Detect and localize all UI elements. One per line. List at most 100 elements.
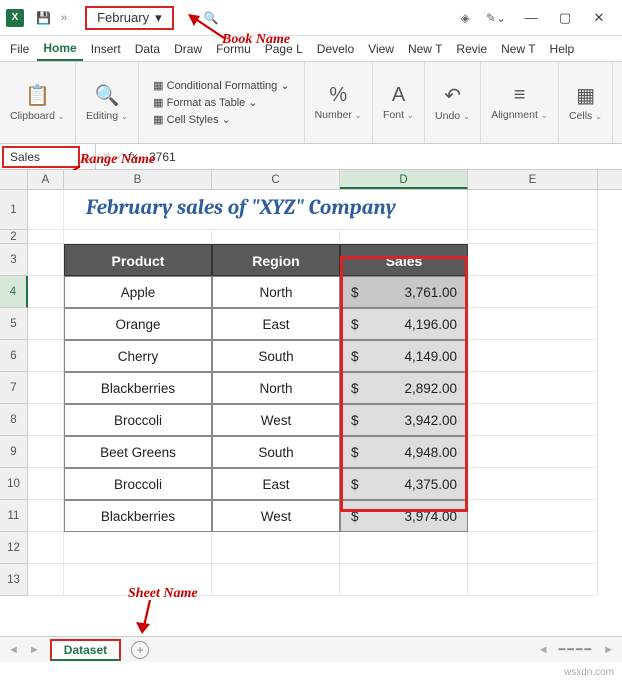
cell[interactable]	[468, 436, 598, 468]
name-box-dropdown[interactable]: ⌄	[80, 144, 96, 169]
formula-bar[interactable]: 3761	[143, 150, 622, 164]
workbook-name[interactable]: February ▾	[85, 6, 174, 30]
qat-overflow-icon[interactable]: »	[61, 12, 67, 24]
tab-data[interactable]: Data	[129, 38, 166, 60]
cell[interactable]	[340, 230, 468, 244]
cell[interactable]	[340, 564, 468, 596]
ribbon-format-table[interactable]: ▦ Format as Table ⌄	[149, 95, 293, 110]
add-sheet-button[interactable]: +	[131, 641, 149, 659]
ribbon-cells[interactable]: ▦ Cells	[559, 62, 613, 143]
row-header-7[interactable]: 7	[0, 372, 28, 404]
sheet-nav-next-icon[interactable]: ►	[29, 644, 40, 656]
sheet-nav-prev-icon[interactable]: ◄	[8, 644, 19, 656]
cell-region[interactable]: West	[212, 404, 340, 436]
cell-sales[interactable]: $3,974.00	[340, 500, 468, 532]
tab-draw[interactable]: Draw	[168, 38, 208, 60]
tab-help[interactable]: Help	[544, 38, 581, 60]
cell[interactable]	[212, 532, 340, 564]
tab-pagelayout[interactable]: Page L	[259, 38, 309, 60]
cell-product[interactable]: Broccoli	[64, 468, 212, 500]
cell-product[interactable]: Cherry	[64, 340, 212, 372]
ribbon-undo[interactable]: ↶ Undo	[425, 62, 481, 143]
ribbon-clipboard[interactable]: 📋 Clipboard	[0, 62, 76, 143]
sheet-tab-dataset[interactable]: Dataset	[50, 639, 121, 661]
cell[interactable]	[28, 436, 64, 468]
cell-product[interactable]: Broccoli	[64, 404, 212, 436]
ribbon-editing[interactable]: 🔍 Editing	[76, 62, 139, 143]
ribbon-font[interactable]: A Font	[373, 62, 425, 143]
row-header-12[interactable]: 12	[0, 532, 28, 564]
tab-view[interactable]: View	[362, 38, 400, 60]
cancel-icon[interactable]: ✕	[102, 150, 111, 163]
cell[interactable]	[468, 276, 598, 308]
row-header-2[interactable]: 2	[0, 230, 28, 244]
hscroll-right-icon[interactable]: ►	[603, 644, 614, 656]
cell[interactable]	[28, 404, 64, 436]
title-cell[interactable]: February sales of "XYZ" Company	[64, 190, 468, 230]
pen-icon[interactable]: ✎⌄	[486, 11, 506, 25]
tab-home[interactable]: Home	[37, 37, 82, 61]
cell[interactable]	[64, 230, 212, 244]
cell-product[interactable]: Beet Greens	[64, 436, 212, 468]
row-header-4[interactable]: 4	[0, 276, 28, 308]
cell[interactable]	[28, 564, 64, 596]
cell[interactable]	[468, 308, 598, 340]
ribbon-cond-format[interactable]: ▦ Conditional Formatting ⌄	[149, 78, 293, 93]
cell[interactable]	[468, 372, 598, 404]
cell[interactable]	[28, 340, 64, 372]
fx-icon[interactable]: fx	[128, 151, 137, 163]
row-header-1[interactable]: 1	[0, 190, 28, 230]
cell-sales[interactable]: $4,196.00	[340, 308, 468, 340]
ribbon-number[interactable]: % Number	[305, 62, 373, 143]
cell[interactable]	[212, 564, 340, 596]
row-header-6[interactable]: 6	[0, 340, 28, 372]
col-header-e[interactable]: E	[468, 170, 598, 189]
cell[interactable]	[212, 230, 340, 244]
header-sales[interactable]: Sales	[340, 244, 468, 276]
minimize-button[interactable]: —	[514, 10, 548, 25]
cell-sales[interactable]: $2,892.00	[340, 372, 468, 404]
col-header-a[interactable]: A	[28, 170, 64, 189]
cell-product[interactable]: Blackberries	[64, 372, 212, 404]
cell[interactable]	[28, 230, 64, 244]
cell[interactable]	[28, 190, 64, 230]
col-header-b[interactable]: B	[64, 170, 212, 189]
cell[interactable]	[468, 244, 598, 276]
maximize-button[interactable]: ▢	[548, 10, 582, 26]
search-icon[interactable]: 🔍	[204, 11, 219, 25]
cell[interactable]	[340, 532, 468, 564]
name-box[interactable]: Sales	[2, 146, 80, 168]
row-header-9[interactable]: 9	[0, 436, 28, 468]
row-header-5[interactable]: 5	[0, 308, 28, 340]
cell-sales[interactable]: $4,375.00	[340, 468, 468, 500]
excel-app-icon[interactable]: X	[6, 9, 24, 27]
cell-product[interactable]: Orange	[64, 308, 212, 340]
select-all-triangle[interactable]	[0, 170, 28, 189]
row-header-8[interactable]: 8	[0, 404, 28, 436]
row-header-11[interactable]: 11	[0, 500, 28, 532]
cell-sales[interactable]: $4,149.00	[340, 340, 468, 372]
cell[interactable]	[468, 340, 598, 372]
cell-region[interactable]: East	[212, 308, 340, 340]
col-header-d[interactable]: D	[340, 170, 468, 189]
cell[interactable]	[468, 404, 598, 436]
tab-insert[interactable]: Insert	[85, 38, 127, 60]
tab-review[interactable]: Revie	[450, 38, 493, 60]
cell[interactable]	[64, 564, 212, 596]
enter-icon[interactable]: ✓	[115, 150, 124, 163]
close-button[interactable]: ✕	[582, 10, 616, 26]
cell[interactable]	[28, 468, 64, 500]
cell[interactable]	[28, 372, 64, 404]
cell[interactable]	[468, 532, 598, 564]
cell[interactable]	[28, 500, 64, 532]
cell[interactable]	[28, 308, 64, 340]
tab-developer[interactable]: Develo	[311, 38, 360, 60]
header-region[interactable]: Region	[212, 244, 340, 276]
hscroll-left-icon[interactable]: ◄	[538, 644, 549, 656]
cell-sales[interactable]: $4,948.00	[340, 436, 468, 468]
cell[interactable]	[468, 564, 598, 596]
cell[interactable]	[28, 244, 64, 276]
cell[interactable]	[28, 532, 64, 564]
header-product[interactable]: Product	[64, 244, 212, 276]
hscroll-track[interactable]: ━━━━	[559, 643, 594, 656]
